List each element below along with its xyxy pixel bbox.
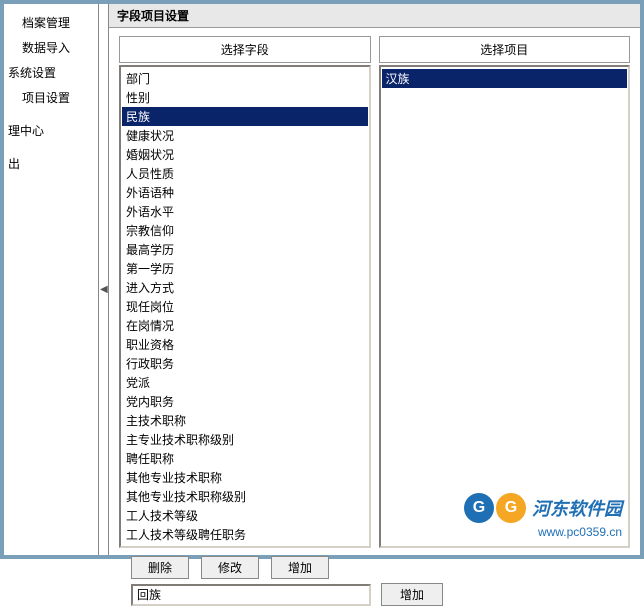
list-item[interactable]: 工人技术等级聘任职务 <box>122 525 368 544</box>
item-input-row: 增加 <box>119 583 630 610</box>
sidebar-item-center[interactable]: 理中心 <box>4 118 98 143</box>
list-item[interactable]: 外语语种 <box>122 183 368 202</box>
list-item[interactable]: 党派 <box>122 373 368 392</box>
list-item[interactable]: 主技术职称 <box>122 411 368 430</box>
list-item[interactable]: 宗教信仰 <box>122 221 368 240</box>
fields-listbox[interactable]: 部门性别民族健康状况婚姻状况人员性质外语语种外语水平宗教信仰最高学历第一学历进入… <box>119 65 371 548</box>
list-item[interactable]: 最高学历 <box>122 240 368 259</box>
items-listbox[interactable]: 汉族 <box>379 65 631 548</box>
list-item[interactable]: 婚姻状况 <box>122 145 368 164</box>
fields-header: 选择字段 <box>119 36 371 63</box>
list-item[interactable]: 职业资格 <box>122 335 368 354</box>
splitter[interactable]: ◀ <box>99 4 109 555</box>
list-item[interactable]: 主专业技术职称级别 <box>122 430 368 449</box>
list-item[interactable]: 外语水平 <box>122 202 368 221</box>
list-item[interactable]: 健康状况 <box>122 126 368 145</box>
list-item[interactable]: 行政职务 <box>122 354 368 373</box>
sidebar-item-archive[interactable]: 档案管理 <box>4 10 98 35</box>
list-item[interactable]: 现任岗位 <box>122 297 368 316</box>
sidebar: 档案管理 数据导入 系统设置 项目设置 理中心 出 <box>4 4 99 555</box>
items-header: 选择项目 <box>379 36 631 63</box>
chevron-left-icon[interactable]: ◀ <box>100 284 108 295</box>
sidebar-item-import[interactable]: 数据导入 <box>4 35 98 60</box>
list-item[interactable]: 进入方式 <box>122 278 368 297</box>
delete-button[interactable]: 删除 <box>131 556 189 579</box>
sidebar-item-system[interactable]: 系统设置 <box>4 60 98 85</box>
sidebar-item-project[interactable]: 项目设置 <box>4 85 98 110</box>
add-item-button[interactable]: 增加 <box>381 583 443 606</box>
add-field-button[interactable]: 增加 <box>271 556 329 579</box>
list-item[interactable]: 党内职务 <box>122 392 368 411</box>
list-item[interactable]: 其他专业技术职称 <box>122 468 368 487</box>
list-item[interactable]: 汉族 <box>382 69 628 88</box>
list-item[interactable]: 其他专业技术职称级别 <box>122 487 368 506</box>
panel-title: 字段项目设置 <box>109 4 640 28</box>
list-item[interactable]: 在岗情况 <box>122 316 368 335</box>
list-item[interactable]: 部门 <box>122 69 368 88</box>
sidebar-item-exit[interactable]: 出 <box>4 151 98 176</box>
list-item[interactable]: 人员性质 <box>122 164 368 183</box>
list-item[interactable]: 性别 <box>122 88 368 107</box>
main-panel: 字段项目设置 选择字段 部门性别民族健康状况婚姻状况人员性质外语语种外语水平宗教… <box>109 4 640 555</box>
item-name-input[interactable] <box>131 584 371 606</box>
list-item[interactable]: 聘任职称 <box>122 449 368 468</box>
list-item[interactable]: 民族 <box>122 107 368 126</box>
modify-button[interactable]: 修改 <box>201 556 259 579</box>
list-item[interactable]: 第一学历 <box>122 259 368 278</box>
list-item[interactable]: 工人技术等级 <box>122 506 368 525</box>
field-button-row: 删除 修改 增加 <box>119 548 630 583</box>
